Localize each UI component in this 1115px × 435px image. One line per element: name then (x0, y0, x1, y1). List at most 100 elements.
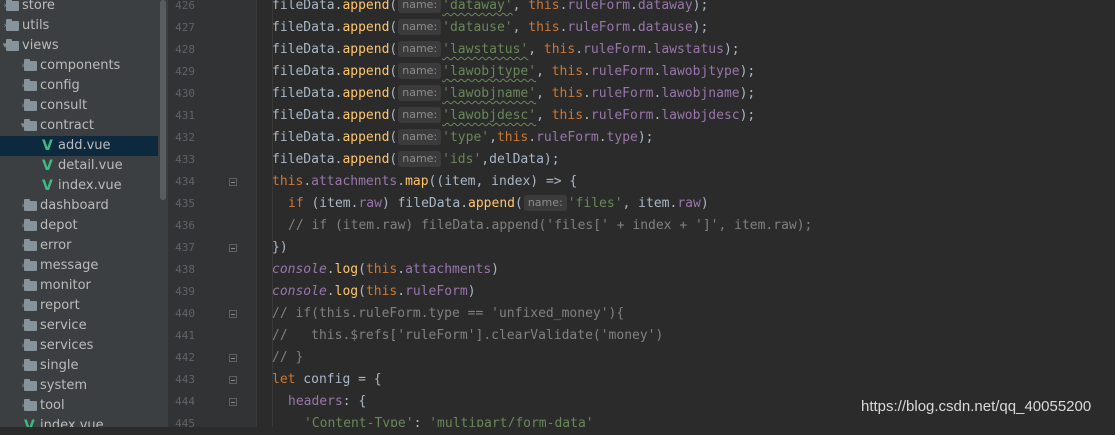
code-line[interactable]: if (item.raw) fileData.append(name:'file… (288, 193, 709, 215)
code-token: ((item, index) => { (428, 174, 578, 189)
tree-item[interactable]: ▾ views (0, 36, 158, 56)
line-number: 436 (175, 219, 195, 232)
fold-marker-icon[interactable] (229, 398, 237, 406)
code-token: 'lawobjname' (442, 86, 537, 101)
code-line[interactable]: fileData.append(name:'lawobjname', this.… (272, 83, 755, 105)
code-token: append (342, 0, 390, 13)
code-token: ) (700, 196, 709, 211)
tree-item-label: service (40, 318, 87, 333)
scrollbar-thumb[interactable] (160, 0, 166, 200)
folder-icon (24, 239, 37, 251)
line-number: 442 (175, 351, 195, 364)
vue-file-icon: V (42, 158, 53, 174)
line-number: 440 (175, 307, 195, 320)
line-number: 445 (175, 417, 195, 430)
tree-item[interactable]: › system (0, 376, 158, 396)
tree-item-label: config (40, 78, 80, 93)
code-token: console (272, 284, 327, 299)
tree-item[interactable]: › consult (0, 96, 158, 116)
code-line[interactable]: 'Content-Type': 'multipart/form-data' (304, 413, 594, 427)
tree-item[interactable]: › services (0, 336, 158, 356)
code-token: append (342, 20, 390, 35)
vue-file-icon: V (24, 418, 35, 427)
tree-item-label: utils (22, 18, 50, 33)
code-token: fileData. (272, 86, 343, 101)
fold-marker-icon[interactable] (229, 178, 237, 186)
code-token: this (551, 108, 584, 123)
tree-item[interactable]: › components (0, 56, 158, 76)
folder-icon (6, 19, 19, 31)
code-line[interactable]: fileData.append(name:'lawobjdesc', this.… (272, 105, 755, 127)
tree-item[interactable]: › dashboard (0, 196, 158, 216)
code-line[interactable]: // if (item.raw) fileData.append('files[… (288, 215, 812, 237)
tree-item[interactable]: › store (0, 0, 158, 16)
code-token: headers (288, 394, 343, 409)
fold-marker-icon[interactable] (229, 376, 237, 384)
code-token: ruleForm (536, 130, 599, 145)
code-token: . (575, 42, 584, 57)
code-token: ( (515, 196, 523, 211)
tree-item-label: dashboard (40, 198, 109, 213)
code-token: fileData. (272, 108, 343, 123)
code-line[interactable]: console.log(this.attachments) (272, 259, 499, 281)
code-token: 'files' (567, 196, 623, 211)
code-line[interactable]: fileData.append(name:'lawstatus', this.r… (272, 39, 740, 61)
project-tree-scrollbar[interactable] (158, 0, 168, 427)
tree-item[interactable]: › config (0, 76, 158, 96)
code-line[interactable]: console.log(this.ruleForm) (272, 281, 476, 303)
fold-marker-icon[interactable] (229, 310, 237, 318)
tree-item[interactable]: › error (0, 236, 158, 256)
indent-guide (256, 0, 257, 427)
code-editor[interactable]: fileData.append(name:'dataway', this.rul… (256, 0, 1115, 427)
code-line[interactable]: fileData.append(name:'type',this.ruleFor… (272, 127, 654, 149)
code-line[interactable]: fileData.append(name:'ids',delData); (272, 149, 560, 171)
folder-icon (24, 59, 37, 71)
tree-item[interactable]: › depot (0, 216, 158, 236)
code-token: append (342, 42, 390, 57)
code-token: config = { (295, 372, 382, 387)
tree-item[interactable]: › report (0, 296, 158, 316)
tree-item[interactable]: Vdetail.vue (0, 156, 158, 176)
line-number: 431 (175, 109, 195, 122)
tree-item-label: single (40, 358, 79, 373)
code-line[interactable]: let config = { (272, 369, 382, 391)
tree-item[interactable]: Vindex.vue (0, 176, 158, 196)
folder-icon (24, 299, 37, 311)
code-token: 'datause' (442, 20, 513, 35)
code-token: append (468, 196, 515, 211)
tree-item[interactable]: ▾ contract (0, 116, 158, 136)
code-line[interactable]: headers: { (288, 391, 366, 413)
code-token: log (334, 262, 359, 277)
code-line[interactable]: fileData.append(name:'dataway', this.rul… (272, 0, 708, 17)
code-line[interactable]: // this.$refs['ruleForm'].clearValidate(… (272, 325, 663, 347)
code-line[interactable]: fileData.append(name:'datause', this.rul… (272, 17, 708, 39)
line-number: 426 (175, 0, 195, 12)
code-token: type (606, 130, 638, 145)
code-token: this (551, 86, 584, 101)
code-line[interactable]: this.attachments.map((item, index) => { (272, 171, 577, 193)
tree-item-label: components (40, 58, 121, 73)
tree-item[interactable]: Vadd.vue (0, 136, 158, 156)
folder-icon (24, 79, 37, 91)
code-token: , (536, 108, 552, 123)
code-line[interactable]: fileData.append(name:'lawobjtype', this.… (272, 61, 755, 83)
tree-item[interactable]: › message (0, 256, 158, 276)
tree-item[interactable]: › monitor (0, 276, 158, 296)
fold-marker-icon[interactable] (229, 244, 237, 252)
tree-item[interactable]: › utils (0, 16, 158, 36)
code-line[interactable]: // } (272, 347, 303, 369)
tree-item[interactable]: › service (0, 316, 158, 336)
code-line[interactable]: }) (272, 237, 288, 259)
code-token: , (536, 86, 552, 101)
code-token: ruleForm (567, 0, 631, 13)
tree-item[interactable]: › tool (0, 396, 158, 416)
tree-item[interactable]: Vindex.vue (0, 416, 158, 427)
tree-item-label: report (40, 298, 80, 313)
code-token: }) (272, 240, 288, 255)
tree-item[interactable]: › single (0, 356, 158, 376)
code-token: . (630, 20, 638, 35)
code-line[interactable]: // if(this.ruleForm.type == 'unfixed_mon… (272, 303, 624, 325)
code-token: log (334, 284, 359, 299)
code-token: , (512, 0, 529, 13)
fold-marker-icon[interactable] (229, 354, 237, 362)
